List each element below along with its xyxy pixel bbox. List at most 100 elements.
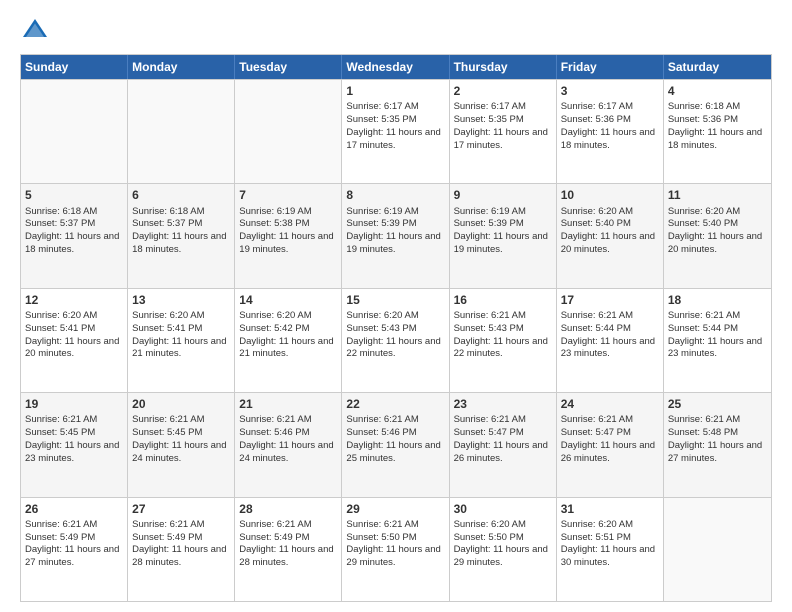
day-number: 4 — [668, 83, 767, 99]
cal-cell-3: 3 Sunrise: 6:17 AMSunset: 5:36 PMDaylight… — [557, 80, 664, 183]
day-info: Sunrise: 6:17 AMSunset: 5:35 PMDaylight:… — [454, 101, 548, 150]
cal-header-tuesday: Tuesday — [235, 55, 342, 79]
day-info: Sunrise: 6:20 AMSunset: 5:41 PMDaylight:… — [25, 310, 119, 359]
cal-cell-18: 18Sunrise: 6:21 AMSunset: 5:44 PMDayligh… — [664, 289, 771, 392]
cal-cell-empty — [21, 80, 128, 183]
day-number: 3 — [561, 83, 659, 99]
cal-cell-26: 26 Sunrise: 6:21 AMSunset: 5:49 PMDayligh… — [21, 498, 128, 601]
cal-cell-empty — [664, 498, 771, 601]
cal-cell-6: 6 Sunrise: 6:18 AMSunset: 5:37 PMDaylight… — [128, 184, 235, 287]
day-info: Sunrise: 6:21 AMSunset: 5:48 PMDaylight:… — [668, 414, 762, 463]
day-info: Sunrise: 6:18 AMSunset: 5:37 PMDaylight:… — [132, 206, 226, 255]
day-info: Sunrise: 6:20 AMSunset: 5:43 PMDaylight:… — [346, 310, 440, 359]
logo — [20, 16, 54, 46]
cal-cell-31: 31Sunrise: 6:20 AMSunset: 5:51 PMDayligh… — [557, 498, 664, 601]
cal-cell-19: 19Sunrise: 6:21 AMSunset: 5:45 PMDayligh… — [21, 393, 128, 496]
logo-icon — [20, 16, 50, 46]
day-number: 7 — [239, 187, 337, 203]
cal-week-3: 19 Sunrise: 6:21 AMSunset: 5:45 PMDayligh… — [21, 392, 771, 496]
cal-cell-29: 29 Sunrise: 6:21 AMSunset: 5:50 PMDayligh… — [342, 498, 449, 601]
day-number: 1 — [346, 83, 444, 99]
day-number: 26 — [25, 501, 123, 517]
day-number: 10 — [561, 187, 659, 203]
cal-cell-28: 28Sunrise: 6:21 AMSunset: 5:49 PMDayligh… — [235, 498, 342, 601]
cal-cell-9: 9 Sunrise: 6:19 AMSunset: 5:39 PMDaylight… — [450, 184, 557, 287]
cal-header-monday: Monday — [128, 55, 235, 79]
cal-cell-12: 12 Sunrise: 6:20 AMSunset: 5:41 PMDayligh… — [21, 289, 128, 392]
cal-header-sunday: Sunday — [21, 55, 128, 79]
day-info: Sunrise: 6:20 AMSunset: 5:40 PMDaylight:… — [561, 206, 655, 255]
day-info: Sunrise: 6:21 AMSunset: 5:49 PMDaylight:… — [132, 519, 226, 568]
header — [20, 16, 772, 46]
cal-cell-10: 10 Sunrise: 6:20 AMSunset: 5:40 PMDayligh… — [557, 184, 664, 287]
day-info: Sunrise: 6:21 AMSunset: 5:44 PMDaylight:… — [668, 310, 762, 359]
day-number: 5 — [25, 187, 123, 203]
day-info: Sunrise: 6:19 AMSunset: 5:38 PMDaylight:… — [239, 206, 333, 255]
day-number: 19 — [25, 396, 123, 412]
day-info: Sunrise: 6:21 AMSunset: 5:45 PMDaylight:… — [132, 414, 226, 463]
cal-cell-17: 17 Sunrise: 6:21 AMSunset: 5:44 PMDayligh… — [557, 289, 664, 392]
day-number: 12 — [25, 292, 123, 308]
cal-cell-11: 11 Sunrise: 6:20 AMSunset: 5:40 PMDayligh… — [664, 184, 771, 287]
day-number: 25 — [668, 396, 767, 412]
cal-header-saturday: Saturday — [664, 55, 771, 79]
cal-cell-30: 30 Sunrise: 6:20 AMSunset: 5:50 PMDayligh… — [450, 498, 557, 601]
cal-week-0: 1 Sunrise: 6:17 AMSunset: 5:35 PMDaylight… — [21, 79, 771, 183]
day-info: Sunrise: 6:19 AMSunset: 5:39 PMDaylight:… — [454, 206, 548, 255]
calendar-header-row: SundayMondayTuesdayWednesdayThursdayFrid… — [21, 55, 771, 79]
cal-cell-13: 13 Sunrise: 6:20 AMSunset: 5:41 PMDayligh… — [128, 289, 235, 392]
calendar-body: 1 Sunrise: 6:17 AMSunset: 5:35 PMDaylight… — [21, 79, 771, 601]
day-number: 22 — [346, 396, 444, 412]
cal-cell-empty — [235, 80, 342, 183]
day-number: 11 — [668, 187, 767, 203]
cal-week-2: 12 Sunrise: 6:20 AMSunset: 5:41 PMDayligh… — [21, 288, 771, 392]
cal-week-4: 26 Sunrise: 6:21 AMSunset: 5:49 PMDayligh… — [21, 497, 771, 601]
cal-cell-21: 21Sunrise: 6:21 AMSunset: 5:46 PMDayligh… — [235, 393, 342, 496]
day-info: Sunrise: 6:21 AMSunset: 5:46 PMDaylight:… — [239, 414, 333, 463]
cal-cell-24: 24Sunrise: 6:21 AMSunset: 5:47 PMDayligh… — [557, 393, 664, 496]
cal-cell-15: 15 Sunrise: 6:20 AMSunset: 5:43 PMDayligh… — [342, 289, 449, 392]
cal-cell-14: 14 Sunrise: 6:20 AMSunset: 5:42 PMDayligh… — [235, 289, 342, 392]
day-info: Sunrise: 6:21 AMSunset: 5:46 PMDaylight:… — [346, 414, 440, 463]
page: SundayMondayTuesdayWednesdayThursdayFrid… — [0, 0, 792, 612]
day-info: Sunrise: 6:20 AMSunset: 5:41 PMDaylight:… — [132, 310, 226, 359]
cal-cell-1: 1 Sunrise: 6:17 AMSunset: 5:35 PMDaylight… — [342, 80, 449, 183]
day-number: 15 — [346, 292, 444, 308]
day-info: Sunrise: 6:17 AMSunset: 5:35 PMDaylight:… — [346, 101, 440, 150]
day-number: 9 — [454, 187, 552, 203]
cal-header-friday: Friday — [557, 55, 664, 79]
day-info: Sunrise: 6:20 AMSunset: 5:51 PMDaylight:… — [561, 519, 655, 568]
day-number: 30 — [454, 501, 552, 517]
day-info: Sunrise: 6:20 AMSunset: 5:50 PMDaylight:… — [454, 519, 548, 568]
cal-cell-23: 23 Sunrise: 6:21 AMSunset: 5:47 PMDayligh… — [450, 393, 557, 496]
day-number: 6 — [132, 187, 230, 203]
day-info: Sunrise: 6:20 AMSunset: 5:42 PMDaylight:… — [239, 310, 333, 359]
day-number: 13 — [132, 292, 230, 308]
day-number: 17 — [561, 292, 659, 308]
cal-cell-27: 27Sunrise: 6:21 AMSunset: 5:49 PMDayligh… — [128, 498, 235, 601]
cal-header-wednesday: Wednesday — [342, 55, 449, 79]
day-info: Sunrise: 6:19 AMSunset: 5:39 PMDaylight:… — [346, 206, 440, 255]
day-number: 8 — [346, 187, 444, 203]
day-info: Sunrise: 6:17 AMSunset: 5:36 PMDaylight:… — [561, 101, 655, 150]
cal-cell-empty — [128, 80, 235, 183]
day-info: Sunrise: 6:21 AMSunset: 5:49 PMDaylight:… — [25, 519, 119, 568]
cal-cell-8: 8 Sunrise: 6:19 AMSunset: 5:39 PMDaylight… — [342, 184, 449, 287]
day-number: 14 — [239, 292, 337, 308]
day-info: Sunrise: 6:21 AMSunset: 5:50 PMDaylight:… — [346, 519, 440, 568]
calendar: SundayMondayTuesdayWednesdayThursdayFrid… — [20, 54, 772, 602]
cal-cell-7: 7 Sunrise: 6:19 AMSunset: 5:38 PMDaylight… — [235, 184, 342, 287]
day-number: 29 — [346, 501, 444, 517]
day-info: Sunrise: 6:21 AMSunset: 5:49 PMDaylight:… — [239, 519, 333, 568]
day-info: Sunrise: 6:21 AMSunset: 5:47 PMDaylight:… — [454, 414, 548, 463]
day-number: 16 — [454, 292, 552, 308]
day-info: Sunrise: 6:18 AMSunset: 5:36 PMDaylight:… — [668, 101, 762, 150]
cal-cell-5: 5Sunrise: 6:18 AMSunset: 5:37 PMDaylight… — [21, 184, 128, 287]
day-info: Sunrise: 6:21 AMSunset: 5:47 PMDaylight:… — [561, 414, 655, 463]
cal-cell-16: 16Sunrise: 6:21 AMSunset: 5:43 PMDayligh… — [450, 289, 557, 392]
cal-cell-4: 4 Sunrise: 6:18 AMSunset: 5:36 PMDaylight… — [664, 80, 771, 183]
day-info: Sunrise: 6:21 AMSunset: 5:44 PMDaylight:… — [561, 310, 655, 359]
day-number: 23 — [454, 396, 552, 412]
cal-cell-2: 2Sunrise: 6:17 AMSunset: 5:35 PMDaylight… — [450, 80, 557, 183]
day-info: Sunrise: 6:20 AMSunset: 5:40 PMDaylight:… — [668, 206, 762, 255]
